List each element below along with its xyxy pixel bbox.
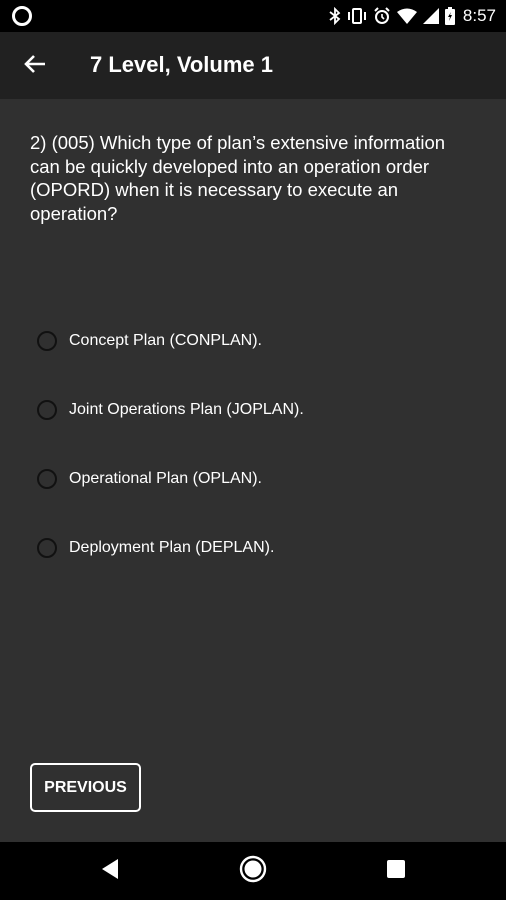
- nav-home-button[interactable]: [223, 842, 283, 900]
- page-title: 7 Level, Volume 1: [90, 52, 274, 77]
- option-label: Joint Operations Plan (JOPLAN).: [69, 401, 304, 418]
- option-label: Concept Plan (CONPLAN).: [69, 332, 262, 349]
- option-label: Operational Plan (OPLAN).: [69, 470, 262, 487]
- previous-button[interactable]: PREVIOUS: [30, 763, 141, 812]
- screen: 8:57 7 Level, Volume 1 2) (005) Which ty…: [0, 0, 506, 900]
- status-icons: 8:57: [329, 0, 496, 32]
- nav-recents-button[interactable]: [366, 842, 426, 900]
- radio-button[interactable]: [37, 538, 57, 558]
- alarm-icon: [373, 7, 391, 25]
- arrow-left-icon: [24, 54, 46, 79]
- vibrate-icon: [347, 7, 367, 25]
- cell-signal-icon: [422, 8, 439, 24]
- radio-button[interactable]: [37, 400, 57, 420]
- option-deployment-plan[interactable]: Deployment Plan (DEPLAN).: [37, 537, 477, 606]
- nav-bar: [0, 842, 506, 900]
- question-text: 2) (005) Which type of plan’s extensive …: [30, 132, 446, 224]
- nav-back-icon: [100, 858, 120, 885]
- radio-button[interactable]: [37, 469, 57, 489]
- nav-home-icon: [239, 855, 267, 888]
- app-bar: 7 Level, Volume 1: [0, 32, 506, 99]
- nav-recents-icon: [386, 859, 406, 884]
- nav-back-button[interactable]: [80, 842, 140, 900]
- bluetooth-icon: [329, 7, 341, 25]
- notification-circle-icon: [12, 6, 32, 26]
- status-time: 8:57: [462, 6, 496, 25]
- back-button[interactable]: [16, 47, 54, 85]
- status-bar: 8:57: [0, 0, 506, 32]
- option-operational-plan[interactable]: Operational Plan (OPLAN).: [37, 468, 477, 537]
- option-concept-plan[interactable]: Concept Plan (CONPLAN).: [37, 330, 477, 399]
- battery-icon: [444, 7, 455, 25]
- answer-options: Concept Plan (CONPLAN). Joint Operations…: [37, 330, 477, 606]
- radio-button[interactable]: [37, 331, 57, 351]
- wifi-icon: [396, 8, 417, 24]
- option-label: Deployment Plan (DEPLAN).: [69, 539, 275, 556]
- option-joint-operations-plan[interactable]: Joint Operations Plan (JOPLAN).: [37, 399, 477, 468]
